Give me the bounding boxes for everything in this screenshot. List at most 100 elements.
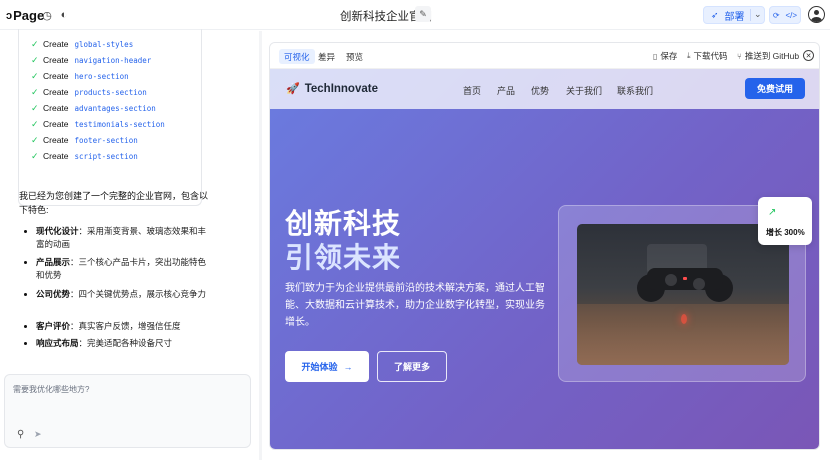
rocket-icon: ➶ [711,9,719,20]
chat-panel: ✓ Create global-styles ✓ Create navigation-h… [0,29,262,460]
growth-text: 增长 300% [766,228,805,237]
check-icon: ✓ [31,38,39,49]
step-verb: Create [43,151,69,161]
code-toggle-button[interactable]: ⟳ </> [769,6,801,24]
step-verb: Create [43,71,69,81]
logo-swirl-icon: ↄ [6,9,13,22]
feature-desc: ：完美适配各种设备尺寸 [78,338,173,348]
save-button[interactable]: ▯ 保存 [653,50,677,62]
step-name: hero-section [74,71,129,81]
close-icon[interactable]: ✕ [803,50,814,61]
list-item: ✓ Create advantages-section [31,101,156,115]
chevron-down-icon[interactable]: ⌄ [754,9,762,20]
attach-icon[interactable]: ⚲ [17,429,24,440]
step-name: script-section [74,151,138,161]
push-github-button[interactable]: ⑂ 推送到 GitHub [737,50,799,62]
top-bar: ↄ Page ◷ ◐ 创新科技企业官网 ✎ ➶ 部署 ⌄ ⟳ </> [0,0,830,30]
list-item: 客户评价：真实客户反馈，增强信任度 [24,320,214,333]
user-avatar-icon[interactable] [808,6,825,23]
git-branch-icon: ⑂ [737,51,742,61]
pencil-icon: ✎ [419,8,427,19]
chat-input-box[interactable]: 需要我优化哪些地方? ⚲ ➤ [4,374,251,448]
chat-intro: 我已经为您创建了一个完整的企业官网，包含以下特色: [19,191,209,215]
step-verb: Create [43,103,69,113]
website-preview: 🚀 TechInnovate 首页 产品 优势 关于我们 联系我们 免费试用 创新… [270,69,819,449]
push-label: 推送到 GitHub [744,51,800,61]
tab-diff[interactable]: 差异 [313,49,340,64]
code-icon[interactable]: </> [785,11,797,20]
deploy-button[interactable]: ➶ 部署 ⌄ [703,6,765,24]
step-verb: Create [43,55,69,65]
bullet-dot [24,261,27,264]
list-item: ✓ Create testimonials-section [31,117,165,131]
step-name: advantages-section [74,103,156,113]
feature-title: 客户评价 [36,321,71,331]
learn-more-button[interactable]: 了解更多 [377,351,447,382]
rocket-icon: 🚀 [286,83,300,95]
nav-home[interactable]: 首页 [463,84,481,97]
free-trial-button[interactable]: 免费试用 [745,78,805,99]
app-logo[interactable]: ↄ Page [6,8,44,23]
chat-input-placeholder[interactable]: 需要我优化哪些地方? [13,384,89,395]
preview-panel: 可视化 差异 预览 ▯ 保存 ⤓ 下载代码 ⑂ 推送到 GitHub ✕ 🚀 TechI… [269,42,820,450]
nav-contact[interactable]: 联系我们 [617,84,653,97]
list-item: 现代化设计：采用渐变背景、玻璃态效果和丰富的动画 [24,225,214,251]
step-name: testimonials-section [74,119,165,129]
feature-desc: ：四个关键优势点，展示核心竞争力 [70,289,207,299]
list-item: ✓ Create navigation-header [31,53,151,67]
nav-about[interactable]: 关于我们 [566,84,602,97]
hero-description: 我们致力于为企业提供最前沿的技术解决方案，通过人工智能、大数据和云计算技术，助力… [285,283,545,328]
feature-desc: ：真实客户反馈，增强信任度 [70,321,181,331]
save-icon: ▯ [653,51,658,61]
start-label: 开始体验 [301,362,338,372]
list-item: ✓ Create footer-section [31,133,138,147]
feature-title: 现代化设计 [36,226,79,236]
step-name: navigation-header [74,55,152,65]
tab-preview[interactable]: 预览 [341,49,368,64]
check-icon: ✓ [31,118,39,129]
bullet-dot [24,293,27,296]
check-icon: ✓ [31,70,39,81]
edit-title-button[interactable]: ✎ [415,6,431,22]
list-item: 响应式布局：完美适配各种设备尺寸 [24,337,214,350]
steps-list: ✓ Create global-styles ✓ Create navigation-h… [18,29,202,206]
step-name: products-section [74,87,147,97]
bullet-dot [24,342,27,345]
step-verb: Create [43,119,69,129]
nav-advantages[interactable]: 优势 [531,84,549,97]
red-light-reflection [681,314,687,324]
arrow-right-icon: → [343,361,353,372]
tab-visual[interactable]: 可视化 [279,49,315,64]
sync-icon[interactable]: ⟳ [773,11,780,20]
list-item: ✓ Create hero-section [31,69,129,83]
check-icon: ✓ [31,102,39,113]
step-name: footer-section [74,135,138,145]
divider [750,9,751,21]
deploy-label: 部署 [724,11,745,23]
preview-toolbar: 可视化 差异 预览 ▯ 保存 ⤓ 下载代码 ⑂ 推送到 GitHub ✕ [270,43,819,69]
list-item: ✓ Create products-section [31,85,147,99]
gamepad-icon [637,262,733,302]
feature-title: 产品展示 [36,257,71,267]
step-verb: Create [43,87,69,97]
history-icon[interactable]: ◷ [40,8,54,22]
list-item: 公司优势：四个关键优势点，展示核心竞争力 [24,288,214,301]
bullet-dot [24,230,27,233]
brand-name: TechInnovate [304,82,378,95]
gamepad-photo [577,224,789,365]
hero-title-line2: 引领未来 [285,242,402,273]
check-icon: ✓ [31,134,39,145]
send-icon[interactable]: ➤ [34,429,42,440]
download-icon: ⤓ [687,51,691,60]
start-experience-button[interactable]: 开始体验 → [285,351,369,382]
dark-mode-icon[interactable]: ◐ [57,8,71,22]
download-code-button[interactable]: ⤓ 下载代码 [687,50,728,62]
list-item: ✓ Create script-section [31,149,138,163]
feature-title: 公司优势 [36,289,71,299]
chat-scrollbar[interactable] [259,31,262,460]
trending-up-icon: ↗ [768,207,777,218]
step-verb: Create [43,39,69,49]
site-brand[interactable]: 🚀 TechInnovate [286,82,378,96]
check-icon: ✓ [31,86,39,97]
nav-products[interactable]: 产品 [497,84,515,97]
